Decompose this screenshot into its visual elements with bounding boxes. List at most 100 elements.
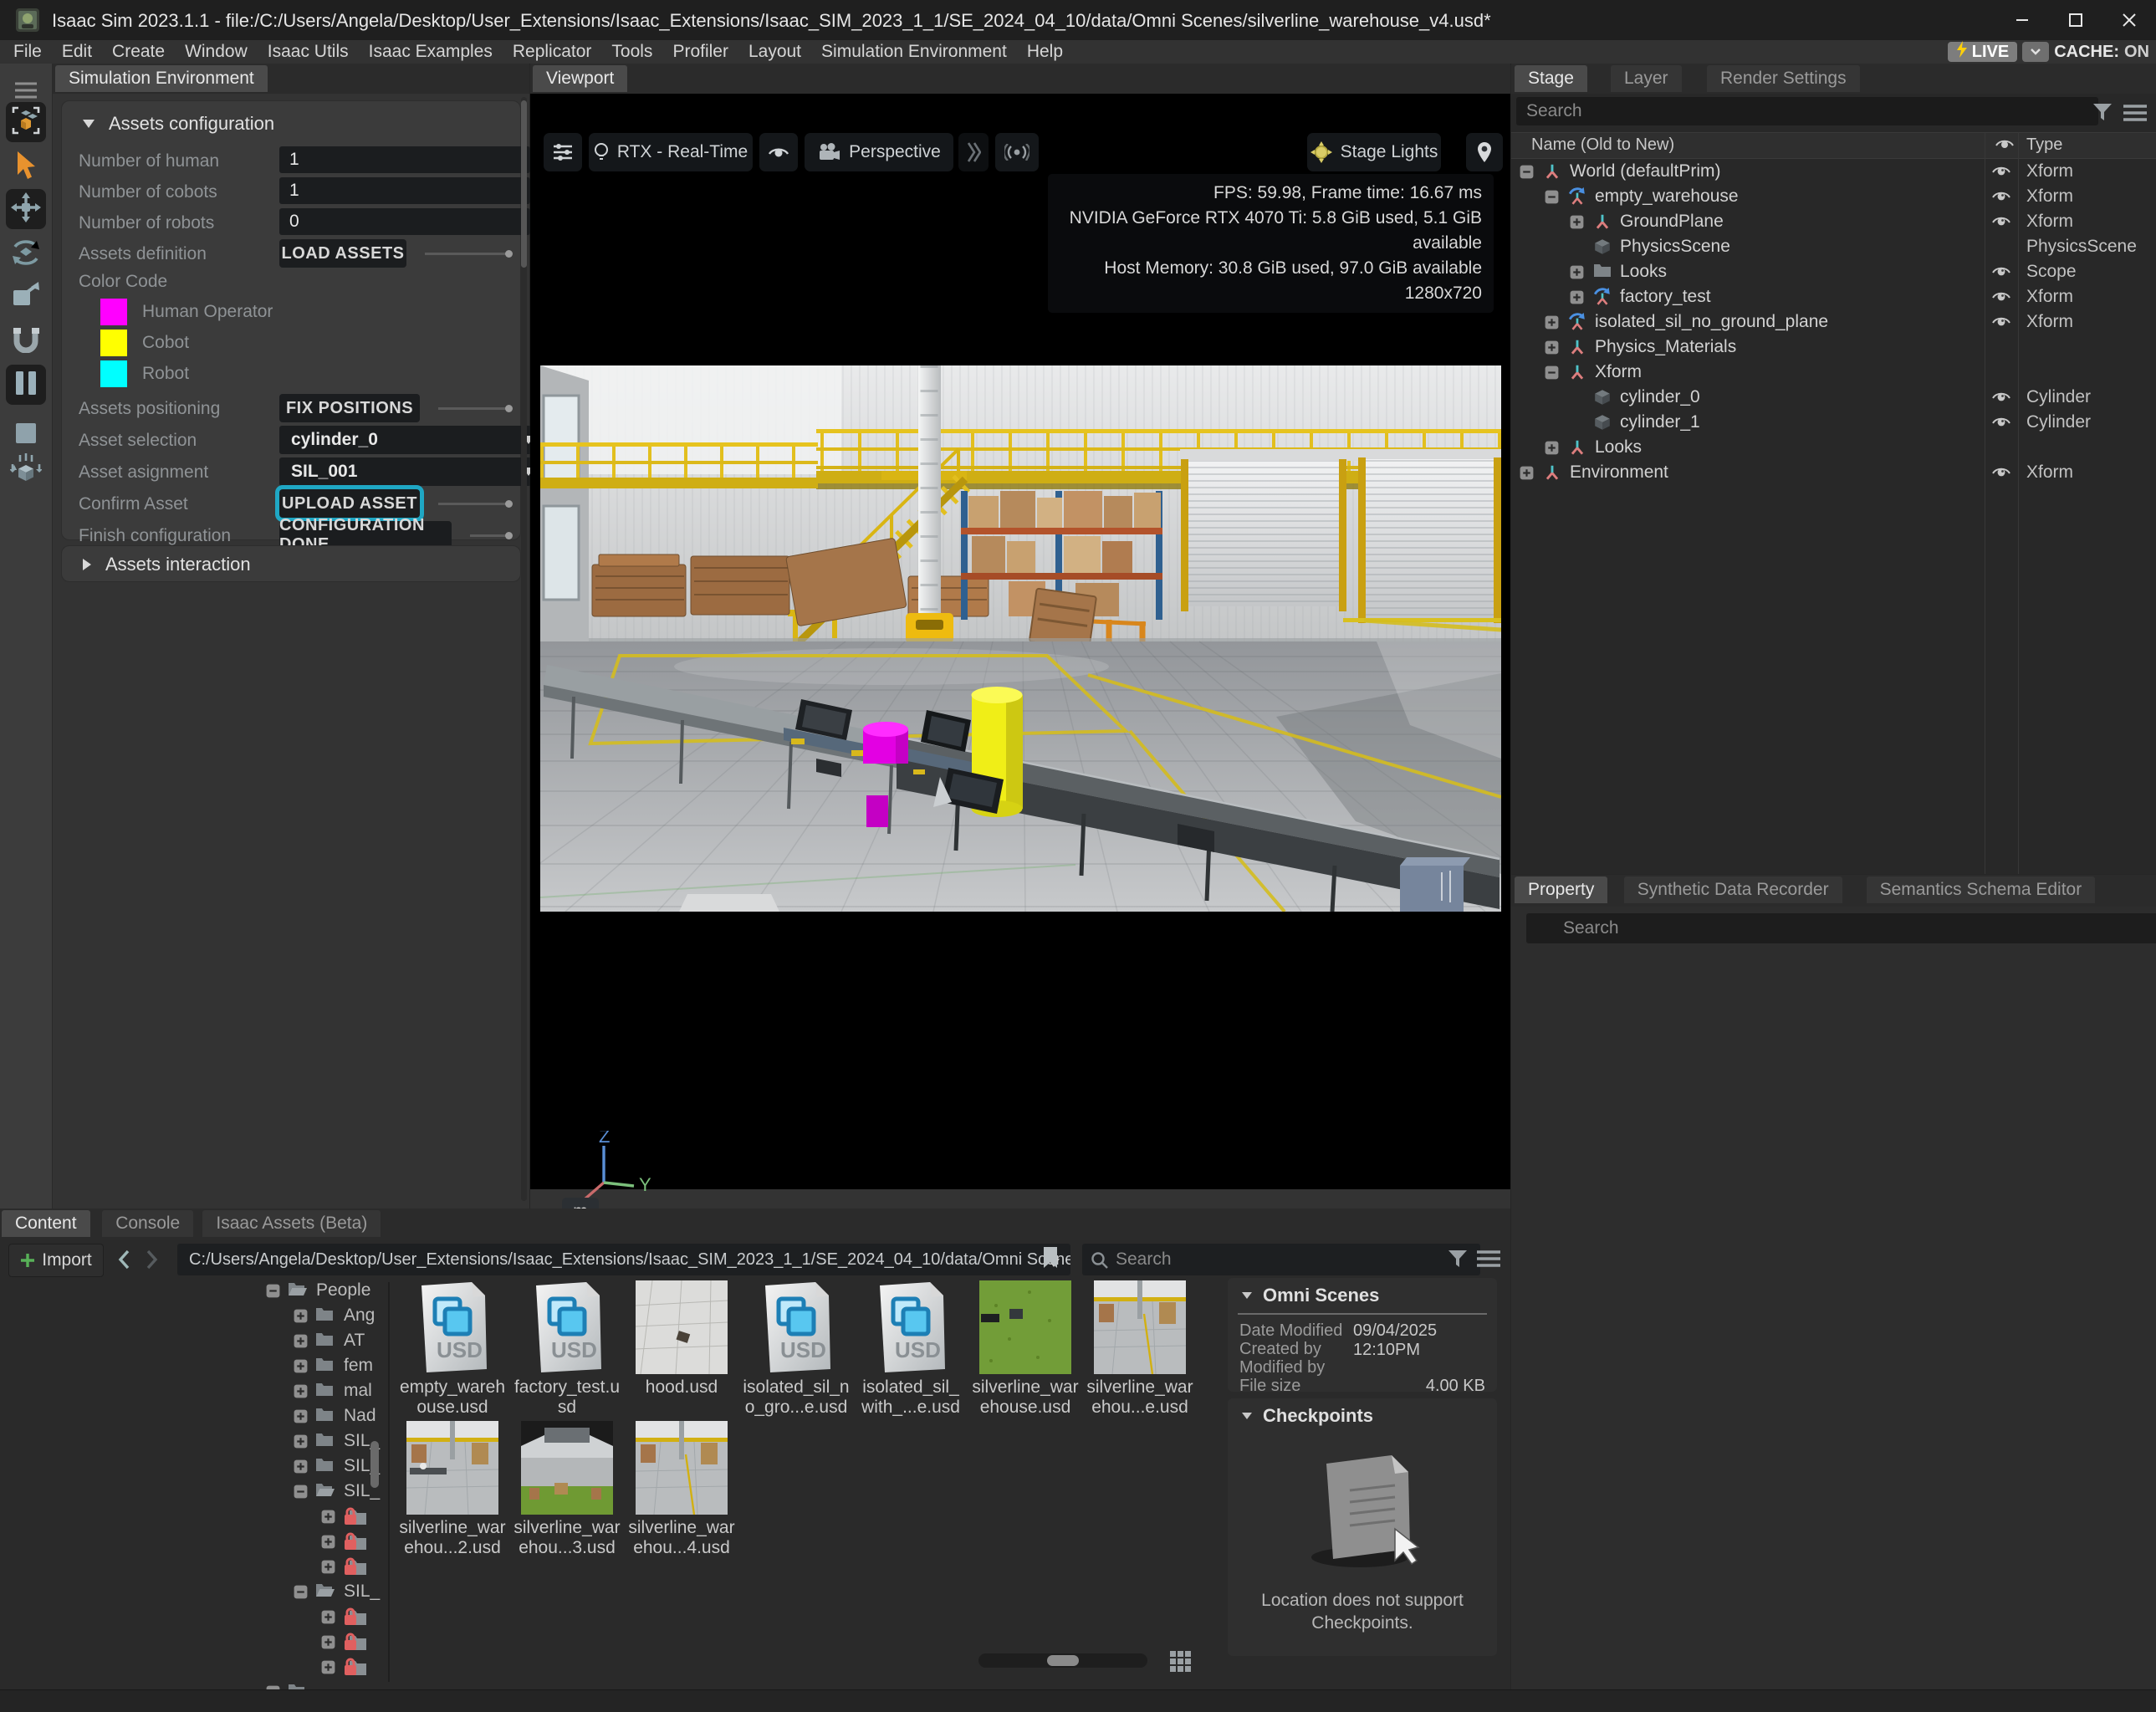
stage-tree-row[interactable]: cylinder_0Cylinder <box>1511 385 2156 410</box>
stage-lights-button[interactable]: Stage Lights <box>1307 133 1441 171</box>
expander-plus[interactable] <box>321 1635 335 1649</box>
stage-tree-row[interactable]: LooksScope <box>1511 259 2156 284</box>
sim-panel-scrollbar-thumb[interactable] <box>521 100 527 268</box>
folder-tree-row[interactable]: People <box>0 1279 385 1304</box>
expander-minus[interactable] <box>1545 365 1559 380</box>
visibility-eye-icon[interactable] <box>1991 162 2011 181</box>
expander-plus[interactable] <box>321 1560 335 1574</box>
scale-tool[interactable] <box>6 276 46 316</box>
stage-tree-row[interactable]: GroundPlaneXform <box>1511 209 2156 234</box>
button-upload-asset[interactable]: UPLOAD ASSET <box>279 489 420 518</box>
visibility-eye-icon[interactable] <box>1991 413 2011 432</box>
folder-tree-row[interactable] <box>0 1605 385 1630</box>
menu-help[interactable]: Help <box>1017 40 1073 64</box>
visibility-eye-icon[interactable] <box>1991 187 2011 206</box>
assets-configuration-header[interactable]: Assets configuration <box>82 113 274 135</box>
menu-layout[interactable]: Layout <box>738 40 811 64</box>
expander-plus[interactable] <box>1570 215 1584 229</box>
expander-plus[interactable] <box>294 1359 308 1373</box>
tab-render-settings[interactable]: Render Settings <box>1707 65 1860 92</box>
stage-filter-icon[interactable] <box>2092 102 2113 126</box>
visibility-eye-icon[interactable] <box>1991 313 2011 331</box>
slider-dot[interactable] <box>505 532 513 539</box>
menu-file[interactable]: File <box>3 40 52 64</box>
viewport-canvas[interactable]: RTX - Real-Time Perspective Stage Lights <box>530 94 1510 1189</box>
tab-isaac-assets-beta-[interactable]: Isaac Assets (Beta) <box>202 1210 381 1237</box>
viewport-render[interactable] <box>540 365 1501 912</box>
expander-plus[interactable] <box>294 1409 308 1423</box>
expander-plus[interactable] <box>1570 265 1584 279</box>
stage-tree-row[interactable]: Looks <box>1511 435 2156 460</box>
folder-tree-row[interactable]: Ang <box>0 1304 385 1329</box>
file-item[interactable]: USDfactory_test.usd <box>513 1280 621 1418</box>
visibility-eye-icon[interactable] <box>1991 212 2011 231</box>
input-number-of-human[interactable] <box>279 146 530 173</box>
waypoint-button[interactable] <box>995 133 1039 171</box>
menu-replicator[interactable]: Replicator <box>503 40 602 64</box>
grid-view-icon[interactable] <box>1169 1650 1191 1676</box>
input-number-of-robots[interactable] <box>279 208 530 235</box>
content-filter-icon[interactable] <box>1447 1249 1469 1273</box>
folder-tree-row[interactable]: SIL_ <box>0 1429 385 1454</box>
folder-tree-row[interactable]: mal <box>0 1379 385 1404</box>
menu-isaac-utils[interactable]: Isaac Utils <box>258 40 359 64</box>
content-options-icon[interactable] <box>1477 1250 1500 1272</box>
expander-minus[interactable] <box>1545 190 1559 204</box>
tab-viewport[interactable]: Viewport <box>533 65 627 92</box>
folder-tree-row[interactable]: SIL_ <box>0 1479 385 1505</box>
move-tool[interactable] <box>6 189 46 229</box>
menu-create[interactable]: Create <box>102 40 175 64</box>
expander-plus[interactable] <box>321 1510 335 1524</box>
stage-tree-row[interactable]: cylinder_1Cylinder <box>1511 410 2156 435</box>
stage-tree-row[interactable]: isolated_sil_no_ground_planeXform <box>1511 309 2156 335</box>
file-item[interactable]: silverline_warehouse.usd <box>971 1280 1080 1418</box>
path-field[interactable]: C:/Users/Angela/Desktop/User_Extensions/… <box>177 1244 1070 1275</box>
expander-minus[interactable] <box>1520 165 1534 179</box>
tab-stage[interactable]: Stage <box>1515 65 1587 92</box>
menu-window[interactable]: Window <box>175 40 258 64</box>
expander-plus[interactable] <box>321 1660 335 1674</box>
stage-tree-row[interactable]: World (defaultPrim)Xform <box>1511 159 2156 184</box>
renderer-button[interactable]: RTX - Real-Time <box>589 133 753 171</box>
slider-dot[interactable] <box>505 500 513 508</box>
menu-profiler[interactable]: Profiler <box>662 40 738 64</box>
folder-tree-row[interactable]: SIL_ <box>0 1580 385 1605</box>
tab-content[interactable]: Content <box>2 1210 90 1237</box>
select-tool[interactable] <box>6 147 46 187</box>
expander-minus[interactable] <box>294 1485 308 1499</box>
bookmark-icon[interactable] <box>1042 1246 1059 1274</box>
file-item[interactable]: silverline_warehou...3.usd <box>513 1421 621 1558</box>
select-mode-tool[interactable] <box>6 102 46 142</box>
assets-interaction-header[interactable]: Assets interaction <box>82 554 251 575</box>
folder-tree-row[interactable] <box>0 1530 385 1555</box>
tab-property[interactable]: Property <box>1515 876 1607 903</box>
expander-plus[interactable] <box>1570 290 1584 304</box>
folder-tree-row[interactable] <box>0 1505 385 1530</box>
tab-semantics-schema-editor[interactable]: Semantics Schema Editor <box>1867 876 2096 903</box>
snap-tool[interactable] <box>6 321 46 361</box>
pause-button[interactable] <box>6 365 46 405</box>
folder-tree-scrollbar-thumb[interactable] <box>370 1441 379 1488</box>
expander-plus[interactable] <box>294 1334 308 1348</box>
tab-synthetic-data-recorder[interactable]: Synthetic Data Recorder <box>1624 876 1842 903</box>
expander-plus[interactable] <box>294 1434 308 1449</box>
toolbar-expand-chevrons[interactable] <box>958 133 989 171</box>
file-item[interactable]: silverline_warehou...4.usd <box>627 1421 736 1558</box>
visibility-eye-icon[interactable] <box>1991 388 2011 406</box>
folder-tree-row[interactable]: AT <box>0 1329 385 1354</box>
minimize-button[interactable] <box>1995 0 2049 40</box>
expander-plus[interactable] <box>1545 340 1559 355</box>
tab-simulation-environment[interactable]: Simulation Environment <box>55 65 268 92</box>
maximize-button[interactable] <box>2049 0 2102 40</box>
tab-layer[interactable]: Layer <box>1611 65 1682 92</box>
menu-isaac-examples[interactable]: Isaac Examples <box>359 40 503 64</box>
stage-tree-row[interactable]: EnvironmentXform <box>1511 460 2156 485</box>
physics-tool[interactable] <box>6 450 46 490</box>
menu-simulation-environment[interactable]: Simulation Environment <box>811 40 1017 64</box>
folder-tree-row[interactable]: Nad <box>0 1404 385 1429</box>
stage-options-icon[interactable] <box>2123 104 2147 126</box>
close-button[interactable] <box>2102 0 2156 40</box>
menu-tools[interactable]: Tools <box>601 40 662 64</box>
camera-button[interactable]: Perspective <box>805 133 953 171</box>
visibility-button[interactable] <box>759 133 798 171</box>
